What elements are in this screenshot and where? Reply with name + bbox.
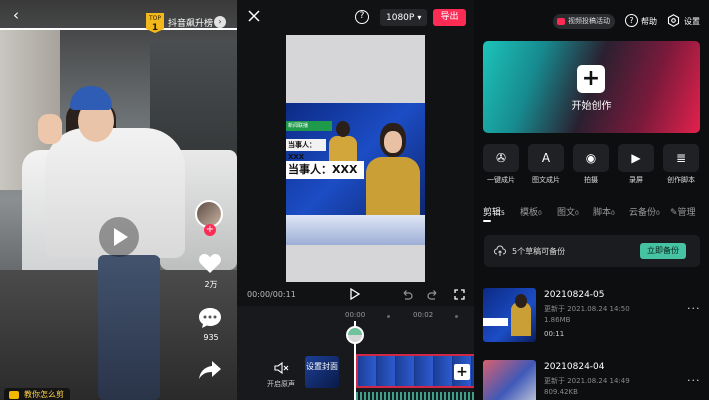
tab-image-text[interactable]: 图文0 — [557, 205, 579, 218]
draft-item[interactable]: 20210824-04 更新于 2021.08.24 14:49 809.42K… — [483, 360, 703, 400]
heart-icon[interactable] — [198, 252, 222, 274]
tool-label: 一键成片 — [487, 176, 515, 184]
tool-label: 创作脚本 — [667, 176, 695, 184]
tool-label: 图文成片 — [532, 176, 560, 184]
backup-now-button[interactable]: 立即备份 — [640, 243, 686, 259]
draft-updated: 更新于 2021.08.24 14:50 — [544, 305, 630, 313]
draft-title: 20210824-05 — [544, 290, 605, 300]
tool-row: ✇ 一键成片 A 图文成片 ◉ 拍摄 ▶ 录屏 ≣ 创作脚本 — [483, 144, 703, 188]
fullscreen-icon[interactable] — [454, 289, 465, 300]
tutorial-tag[interactable]: 教你怎么剪 — [4, 388, 70, 400]
home-panel: 视频投稿活动 ? 帮助 设置 + 开始创作 ✇ 一键成片 A 图文成片 ◉ 拍摄… — [474, 0, 709, 400]
time-readout: 00:00/00:11 — [247, 290, 296, 299]
draft-tabs: 剪辑5 模板0 图文0 脚本0 云备份0 ✎管理 — [483, 205, 709, 219]
rank-badge-top: TOP — [148, 15, 161, 22]
share-icon[interactable] — [198, 359, 222, 381]
script-icon: ≣ — [675, 151, 687, 165]
add-clip-icon[interactable]: + — [454, 364, 470, 380]
news-caption-small: 当事人：XXX — [286, 139, 326, 161]
help-label[interactable]: 帮助 — [641, 16, 657, 27]
tool-label: 录屏 — [629, 176, 643, 184]
backup-message: 5个草稿可备份 — [512, 247, 566, 256]
draft-thumbnail — [483, 288, 536, 342]
back-arrow-icon[interactable]: ‹ — [8, 6, 24, 24]
backup-banner: 5个草稿可备份 立即备份 — [484, 235, 700, 267]
draft-updated: 更新于 2021.08.24 14:49 — [544, 377, 630, 385]
video-feed-panel: ‹ TOP 1 抖音飙升榜 › + 2万 935 教你怎么剪 — [0, 0, 237, 400]
timeline[interactable]: 00:00 00:02 开启原声 设置封面 + — [237, 306, 474, 400]
screen-record-icon: ▶ — [631, 151, 641, 165]
draft-size: 809.42KB — [544, 388, 578, 396]
tab-templates[interactable]: 模板0 — [520, 205, 542, 218]
play-icon[interactable] — [350, 288, 360, 300]
more-options-icon[interactable]: ··· — [687, 302, 701, 315]
rank-badge: TOP 1 — [146, 13, 164, 33]
playhead-handle[interactable] — [346, 326, 364, 344]
follow-plus-icon[interactable]: + — [204, 224, 216, 236]
comment-icon[interactable] — [198, 307, 222, 329]
play-icon[interactable] — [99, 217, 139, 257]
person-hand — [38, 114, 62, 144]
preview-canvas[interactable]: 新闻联播 当事人：XXX 当事人：XXX — [286, 35, 425, 282]
tool-label: 拍摄 — [584, 176, 598, 184]
news-tag: 新闻联播 — [286, 121, 332, 131]
rank-label[interactable]: 抖音飙升榜 — [168, 16, 213, 29]
draft-thumbnail — [483, 360, 536, 400]
timeline-dot — [455, 315, 458, 318]
news-desk — [286, 215, 425, 245]
start-creating-card[interactable]: + 开始创作 — [483, 41, 700, 133]
film-reel-icon: ✇ — [495, 151, 507, 165]
tool-script[interactable]: ≣ 创作脚本 — [663, 144, 699, 185]
help-icon[interactable]: ? — [355, 10, 369, 24]
resolution-select[interactable]: 1080P — [380, 9, 428, 26]
draft-duration: 00:11 — [544, 330, 565, 338]
active-tab-indicator — [483, 220, 491, 222]
tab-manage[interactable]: ✎管理 — [670, 205, 696, 218]
person-cap — [70, 86, 112, 110]
plus-icon: + — [577, 65, 605, 93]
tab-scripts[interactable]: 脚本0 — [593, 205, 615, 218]
draft-title: 20210824-04 — [544, 362, 605, 372]
original-audio-label[interactable]: 开启原声 — [267, 379, 295, 389]
export-button[interactable]: 导出 — [433, 9, 466, 26]
tool-one-click-video[interactable]: ✇ 一键成片 — [483, 144, 519, 185]
feed-top-bar: ‹ TOP 1 抖音飙升榜 › — [0, 0, 237, 33]
document-a-icon: A — [541, 151, 551, 165]
help-icon[interactable]: ? — [625, 14, 638, 27]
tab-cloud-backup[interactable]: 云备份0 — [629, 205, 660, 218]
tool-text-to-video[interactable]: A 图文成片 — [528, 144, 564, 185]
draft-item[interactable]: 20210824-05 更新于 2021.08.24 14:50 1.86MB … — [483, 288, 703, 342]
timeline-tick: 00:02 — [413, 311, 434, 319]
video-submission-button[interactable]: 视频投稿活动 — [553, 14, 615, 29]
timeline-dot — [387, 315, 390, 318]
gear-icon[interactable] — [667, 14, 680, 27]
tab-edit[interactable]: 剪辑5 — [483, 205, 505, 218]
news-video-frame: 新闻联播 当事人：XXX 当事人：XXX — [286, 103, 425, 245]
settings-label[interactable]: 设置 — [684, 16, 700, 27]
news-caption-large: 当事人：XXX — [286, 161, 364, 179]
close-icon[interactable] — [247, 9, 261, 23]
camera-icon: ◉ — [585, 151, 597, 165]
chevron-right-icon[interactable]: › — [214, 16, 226, 28]
more-options-icon[interactable]: ··· — [687, 374, 701, 387]
redo-icon[interactable] — [427, 289, 439, 301]
like-count: 2万 — [204, 280, 218, 289]
draft-size: 1.86MB — [544, 316, 571, 324]
speaker-muted-icon[interactable] — [274, 362, 290, 374]
tool-screen-record[interactable]: ▶ 录屏 — [618, 144, 654, 185]
timeline-tick: 00:00 — [345, 311, 366, 319]
cloud-upload-icon — [494, 245, 506, 256]
person-jeans — [98, 255, 160, 400]
comment-count: 935 — [203, 333, 219, 342]
tool-camera[interactable]: ◉ 拍摄 — [573, 144, 609, 185]
editor-panel: ? 1080P 导出 新闻联播 当事人：XXX 当事人：XXX 00:00/00… — [237, 0, 474, 400]
rank-badge-number: 1 — [151, 23, 159, 33]
audio-waveform — [356, 392, 474, 400]
set-cover-button[interactable]: 设置封面 — [305, 356, 339, 388]
start-creating-label: 开始创作 — [571, 101, 612, 112]
small-anchor-figure — [329, 121, 357, 161]
large-anchor-figure — [366, 123, 420, 215]
undo-icon[interactable] — [401, 289, 413, 301]
